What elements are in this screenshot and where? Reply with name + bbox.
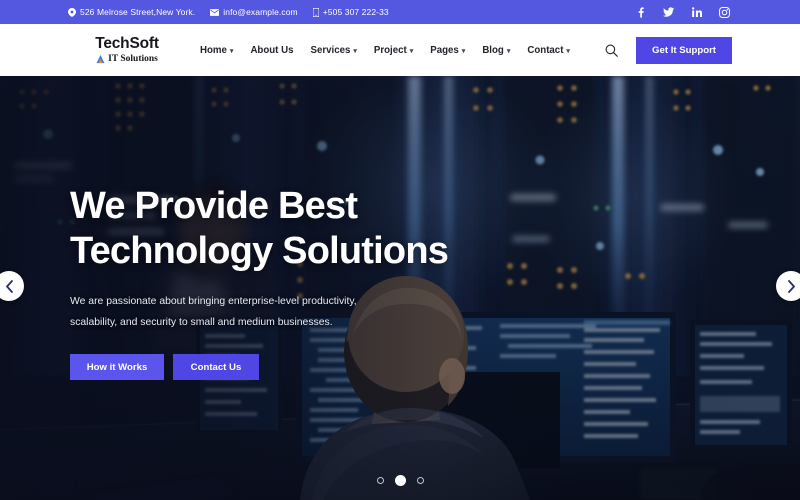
nav-item-home[interactable]: Home ▾ [200,45,233,56]
nav-label-about-us: About Us [250,44,294,56]
twitter-icon[interactable] [663,7,674,18]
get-it-support-button[interactable]: Get It Support [636,36,732,64]
header-actions: Get It Support [604,36,732,64]
hero-content: We Provide Best Technology Solutions We … [70,184,490,380]
nav-label-blog: Blog [482,44,504,56]
contact-us-button[interactable]: Contact Us [173,354,259,380]
chevron-down-icon: ▾ [353,47,357,55]
chevron-down-icon: ▾ [506,47,511,55]
topbar-email-text: info@example.com [223,7,298,17]
hero-title: We Provide Best Technology Solutions [70,184,490,274]
nav-item-project[interactable]: Project ▾ [374,45,413,56]
nav-label-project: Project [373,44,407,56]
hero-title-line2: Technology Solutions [70,230,449,272]
nav-label-contact: Contact [527,44,564,56]
logo-mark-icon [96,54,105,64]
nav-item-blog[interactable]: Blog ▾ [482,45,510,56]
site-header: TechSoft IT Solutions Home ▾ About Us Se… [0,24,800,76]
logo-tagline: IT Solutions [68,53,186,65]
hero-subtitle: We are passionate about bringing enterpr… [70,296,357,328]
how-it-works-button[interactable]: How it Works [70,354,164,380]
carousel-dot-3[interactable] [416,477,424,484]
logo-tagline-text: IT Solutions [108,53,158,64]
hero-carousel: We Provide Best Technology Solutions We … [0,76,800,500]
nav-item-about-us[interactable]: About Us [250,45,293,56]
nav-item-services[interactable]: Services ▾ [311,45,357,56]
logo-brand-text: TechSoft [95,35,159,52]
location-pin-icon [68,7,76,17]
carousel-next-button[interactable] [776,271,800,301]
topbar-social-group [635,6,730,18]
topbar-address-text: 526 Melrose Street,New York. [80,7,196,17]
chevron-right-icon [787,279,795,293]
topbar-email[interactable]: info@example.com [210,7,298,17]
chevron-down-icon: ▾ [229,47,234,55]
topbar-phone[interactable]: +505 307 222-33 [312,7,389,17]
linkedin-icon[interactable] [691,7,702,18]
topbar-address: 526 Melrose Street,New York. [68,7,195,17]
instagram-icon[interactable] [719,6,730,18]
nav-item-contact[interactable]: Contact ▾ [527,45,570,56]
topbar-phone-text: +505 307 222-33 [322,7,389,17]
carousel-dot-2[interactable] [394,475,406,486]
nav-label-services: Services [310,44,351,56]
mobile-phone-icon [312,7,319,17]
carousel-pagination [0,475,800,486]
site-logo[interactable]: TechSoft IT Solutions [68,36,186,64]
topbar-contact-group: 526 Melrose Street,New York. info@exampl… [68,7,389,17]
hero-button-group: How it Works Contact Us [70,354,490,380]
main-navigation: Home ▾ About Us Services ▾ Project ▾ Pag… [200,45,570,56]
carousel-dot-1[interactable] [376,477,384,484]
chevron-down-icon: ▾ [461,47,466,55]
chevron-left-icon [5,279,13,293]
search-icon[interactable] [604,43,618,57]
chevron-down-icon: ▾ [566,47,570,55]
envelope-icon [210,8,220,16]
nav-label-home: Home [200,44,227,56]
nav-item-pages[interactable]: Pages ▾ [430,45,465,56]
chevron-down-icon: ▾ [409,47,414,55]
top-contact-bar: 526 Melrose Street,New York. info@exampl… [0,0,800,24]
nav-label-pages: Pages [430,44,459,56]
page-root: 526 Melrose Street,New York. info@exampl… [0,0,800,500]
facebook-icon[interactable] [635,6,646,18]
hero-title-line1: We Provide Best [70,185,358,227]
